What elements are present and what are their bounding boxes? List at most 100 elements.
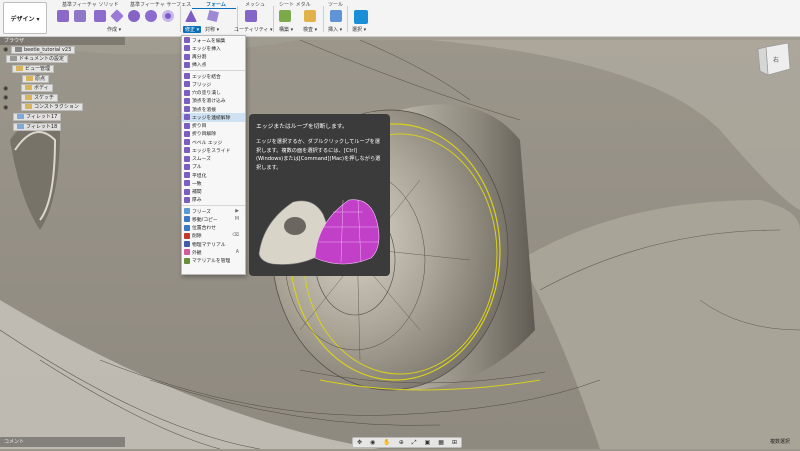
menu-item[interactable]: 位置合わせ: [182, 224, 245, 232]
browser-item-sketches[interactable]: ◉ スケッチ: [0, 93, 125, 103]
menu-item[interactable]: 折り目解除: [182, 130, 245, 138]
construct-icon[interactable]: [279, 10, 291, 22]
insert-image-icon[interactable]: [330, 10, 342, 22]
folder-icon: [25, 94, 32, 100]
view-cube[interactable]: 右: [756, 41, 794, 79]
modify-icon[interactable]: [185, 10, 197, 22]
menu-item[interactable]: エッジを結合: [182, 72, 245, 80]
browser-item-named-views[interactable]: ビュー管理: [0, 64, 125, 74]
browser-item-label: ビュー管理: [12, 64, 55, 73]
tab-tools[interactable]: ツール: [328, 1, 343, 8]
menu-item[interactable]: 頂点を溶け込み: [182, 97, 245, 105]
inspect-menu[interactable]: 検査 ▾: [303, 26, 317, 33]
menu-item[interactable]: 平坦化: [182, 171, 245, 179]
eye-icon[interactable]: ◉: [3, 94, 11, 101]
tab-mesh[interactable]: メッシュ: [245, 1, 265, 8]
select-menu[interactable]: 選択 ▾: [352, 26, 366, 33]
menu-item[interactable]: 挿入点: [182, 61, 245, 69]
menu-item[interactable]: 削除 ⌫: [182, 232, 245, 240]
menu-item[interactable]: 物理マテリアル: [182, 240, 245, 248]
fit-icon[interactable]: ⤢: [412, 439, 417, 447]
menu-item-icon: [184, 257, 190, 264]
divider: [323, 6, 324, 32]
box-icon[interactable]: [94, 10, 106, 22]
modify-menu[interactable]: 修正 ▾: [183, 26, 202, 33]
menu-item-icon: [184, 37, 190, 44]
menu-item-label: 厚み: [192, 198, 202, 204]
construct-menu[interactable]: 構築 ▾: [279, 26, 293, 33]
eye-icon[interactable]: ◉: [3, 85, 11, 92]
menu-item[interactable]: 補間: [182, 188, 245, 196]
browser-item-root[interactable]: ◉ beetle_tutorial v23: [0, 45, 125, 55]
modify-dropdown-menu: フォームを編集 エッジを挿入再分割 挿入点エッジを結合 ブリッジ 穴の塗り潰し 頂点を溶け…: [181, 35, 246, 275]
create-menu[interactable]: 作成 ▾: [107, 26, 121, 33]
menu-item[interactable]: ベベル エッジ: [182, 138, 245, 146]
measure-icon[interactable]: [304, 10, 316, 22]
symmetry-menu[interactable]: 対称 ▾: [205, 26, 219, 33]
browser-item-fillet18[interactable]: フィレット18: [0, 122, 125, 132]
menu-item[interactable]: 頂点を溶接: [182, 105, 245, 113]
eye-icon[interactable]: ◉: [3, 104, 11, 111]
menu-item-label: エッジをスライド: [192, 148, 231, 154]
browser-item-doc-settings[interactable]: ドキュメントの設定: [0, 55, 125, 65]
menu-item[interactable]: スムーズ: [182, 155, 245, 163]
menu-item[interactable]: プル: [182, 163, 245, 171]
menu-item[interactable]: エッジをスライド: [182, 146, 245, 154]
browser-item-label: コンストラクション: [21, 103, 83, 112]
comments-panel[interactable]: コメント: [0, 437, 125, 447]
browser-header[interactable]: ブラウザ: [0, 37, 125, 45]
menu-item-label: 再分割: [192, 55, 207, 61]
menu-item[interactable]: 移動/コピー M: [182, 215, 245, 223]
fillet-icon: [17, 113, 24, 119]
menu-item-label: 折り目解除: [192, 132, 216, 138]
grid-icon[interactable]: ▦: [438, 439, 444, 446]
menu-item[interactable]: フォームを編集: [182, 36, 245, 44]
menu-item[interactable]: 再分割: [182, 53, 245, 61]
zoom-icon[interactable]: ⊕: [399, 439, 404, 446]
create-form-icon[interactable]: [57, 10, 69, 22]
menu-item[interactable]: 穴の塗り潰し: [182, 89, 245, 97]
tab-solid[interactable]: 基準フィーチャ ソリッド: [62, 1, 118, 8]
symmetry-icon[interactable]: [207, 10, 219, 22]
submenu-arrow-icon: ▶: [235, 208, 239, 214]
orbit-icon[interactable]: ✥: [357, 439, 362, 446]
tab-sheet-metal[interactable]: シート メタル: [279, 1, 311, 8]
tab-surface[interactable]: 基準フィーチャ サーフェス: [130, 1, 191, 8]
eye-icon[interactable]: ◉: [3, 46, 11, 53]
browser-item-construction[interactable]: ◉ コンストラクション: [0, 103, 125, 113]
menu-item[interactable]: 折り目: [182, 122, 245, 130]
menu-item[interactable]: エッジを連続解除: [182, 113, 245, 122]
display-settings-icon[interactable]: ▣: [425, 439, 431, 446]
menu-item-label: 平坦化: [192, 173, 207, 179]
plane-icon[interactable]: [110, 9, 124, 23]
torus-icon[interactable]: [162, 10, 174, 22]
menu-item[interactable]: 厚み: [182, 196, 245, 204]
viewports-icon[interactable]: ⊞: [452, 439, 457, 446]
utility-menu[interactable]: ユーティリティ ▾: [234, 26, 273, 33]
menu-item[interactable]: エッジを挿入: [182, 44, 245, 52]
menu-item-icon: [184, 89, 190, 96]
workspace-switcher[interactable]: デザイン ▾: [3, 2, 47, 34]
insert-menu[interactable]: 挿入 ▾: [328, 26, 342, 33]
edge-icon[interactable]: [74, 10, 86, 22]
select-cursor-icon[interactable]: [354, 10, 368, 24]
browser-item-bodies[interactable]: ◉ ボディ: [0, 83, 125, 93]
menu-item[interactable]: フリーズ ▶: [182, 207, 245, 215]
pan-icon[interactable]: ✋: [383, 439, 390, 446]
menu-item-icon: [184, 188, 190, 195]
look-at-icon[interactable]: ◉: [370, 439, 375, 446]
browser-item-origin[interactable]: 原点: [0, 74, 125, 84]
menu-item[interactable]: 外観 A: [182, 248, 245, 256]
menu-item[interactable]: ブリッジ: [182, 80, 245, 88]
utility-icon[interactable]: [245, 10, 257, 22]
tooltip-title: エッジまたはループを切断します。: [256, 124, 348, 130]
menu-item-icon: [184, 81, 190, 88]
menu-item[interactable]: マテリアルを管理: [182, 257, 245, 265]
menu-item-label: 外観: [192, 250, 202, 256]
menu-item[interactable]: 一致: [182, 179, 245, 187]
comments-label: コメント: [4, 439, 25, 445]
sphere-icon[interactable]: [145, 10, 157, 22]
tab-form[interactable]: フォーム: [206, 1, 226, 8]
browser-item-fillet17[interactable]: フィレット17: [0, 112, 125, 122]
cylinder-icon[interactable]: [128, 10, 140, 22]
